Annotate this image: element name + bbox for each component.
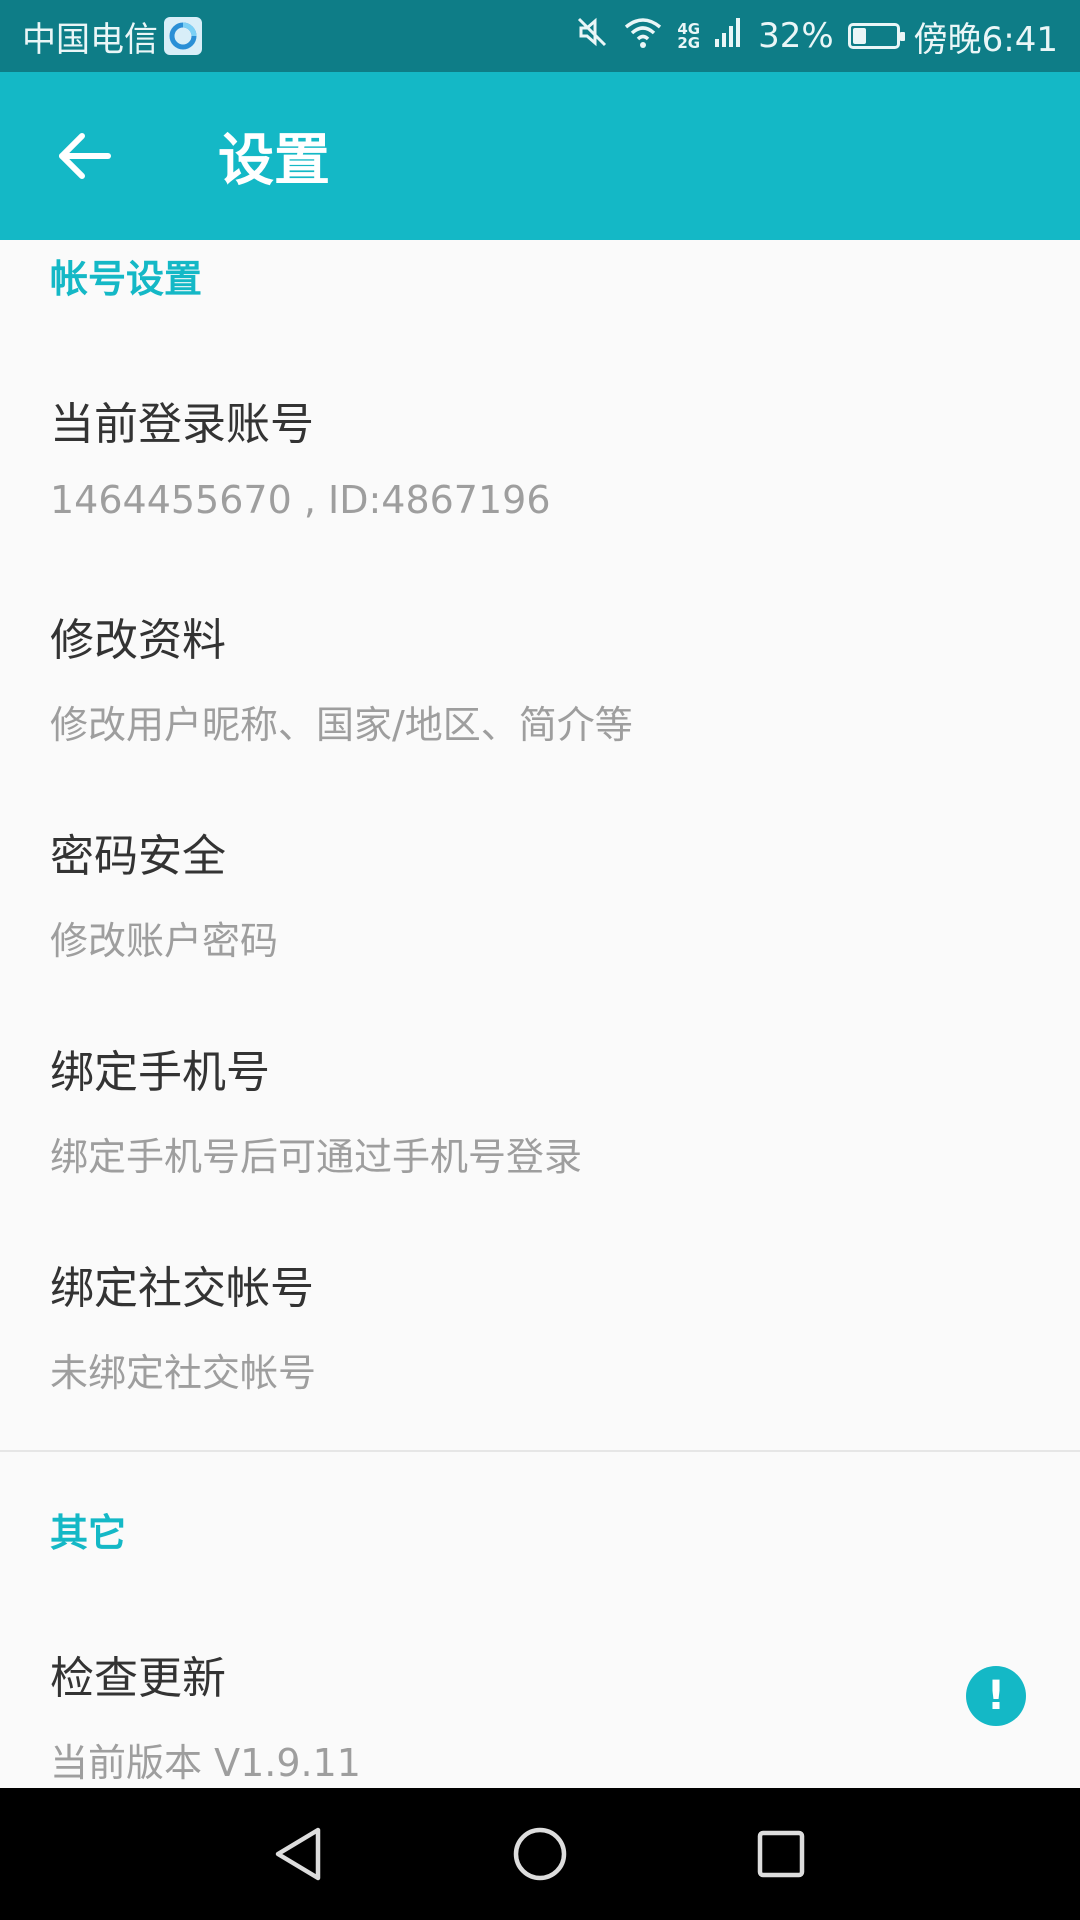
item-title: 绑定手机号 [50, 1047, 270, 1098]
circle-home-icon [513, 1827, 567, 1881]
status-right: 4G 2G 32% 傍晚6:41 [575, 12, 1058, 61]
settings-list: 帐号设置 当前登录账号 1464455670 , ID:4867196 修改资料… [0, 240, 1080, 1788]
item-subtitle: 修改用户昵称、国家/地区、简介等 [50, 703, 633, 747]
square-recents-icon [757, 1830, 805, 1878]
signal-icon [714, 15, 744, 58]
network-type-bottom: 2G [677, 34, 701, 52]
list-item-check-update[interactable]: 检查更新 当前版本 V1.9.11 ! [0, 1642, 1080, 1788]
arrow-left-icon [59, 133, 111, 179]
back-button[interactable] [52, 124, 116, 188]
system-nav-bar [0, 1788, 1080, 1920]
list-item-edit-profile[interactable]: 修改资料 修改用户昵称、国家/地区、简介等 [0, 604, 633, 804]
list-item-password-security[interactable]: 密码安全 修改账户密码 [0, 820, 278, 1020]
list-item-bind-social[interactable]: 绑定社交帐号 未绑定社交帐号 [0, 1252, 316, 1452]
item-title: 检查更新 [50, 1653, 226, 1704]
item-subtitle: 绑定手机号后可通过手机号登录 [50, 1135, 583, 1179]
list-item-current-account[interactable]: 当前登录账号 1464455670 , ID:4867196 [0, 388, 551, 588]
network-type: 4G 2G [677, 22, 701, 52]
item-title: 绑定社交帐号 [50, 1263, 314, 1314]
mute-icon [575, 15, 609, 58]
carrier-label: 中国电信 [22, 19, 158, 60]
section-divider [0, 1450, 1080, 1452]
clock: 傍晚6:41 [913, 19, 1058, 60]
wifi-icon [623, 15, 663, 58]
app-bar: 设置 [0, 72, 1080, 240]
nav-back-button[interactable] [270, 1824, 326, 1884]
battery-level [852, 28, 867, 44]
item-subtitle: 未绑定社交帐号 [50, 1351, 317, 1395]
item-title: 当前登录账号 [50, 399, 314, 450]
triangle-back-icon [275, 1827, 321, 1881]
item-subtitle: 当前版本 V1.9.11 [50, 1741, 361, 1785]
battery-percent: 32% [758, 16, 834, 56]
item-subtitle: 1464455670 , ID:4867196 [50, 478, 551, 522]
status-left: 中国电信 [22, 12, 202, 61]
nav-recents-button[interactable] [756, 1829, 806, 1879]
section-header-other: 其它 [50, 1511, 127, 1555]
browser-notification-icon [164, 17, 202, 55]
nav-home-button[interactable] [512, 1826, 568, 1882]
list-item-bind-phone[interactable]: 绑定手机号 绑定手机号后可通过手机号登录 [0, 1036, 582, 1236]
item-title: 密码安全 [50, 831, 226, 882]
update-alert-icon: ! [966, 1666, 1026, 1726]
section-header-account: 帐号设置 [50, 257, 203, 301]
item-title: 修改资料 [50, 615, 226, 666]
item-subtitle: 修改账户密码 [50, 919, 279, 963]
status-bar: 中国电信 4G 2G 32% 傍晚6:41 [0, 0, 1080, 72]
battery-icon [847, 23, 905, 49]
page-title: 设置 [218, 128, 330, 194]
